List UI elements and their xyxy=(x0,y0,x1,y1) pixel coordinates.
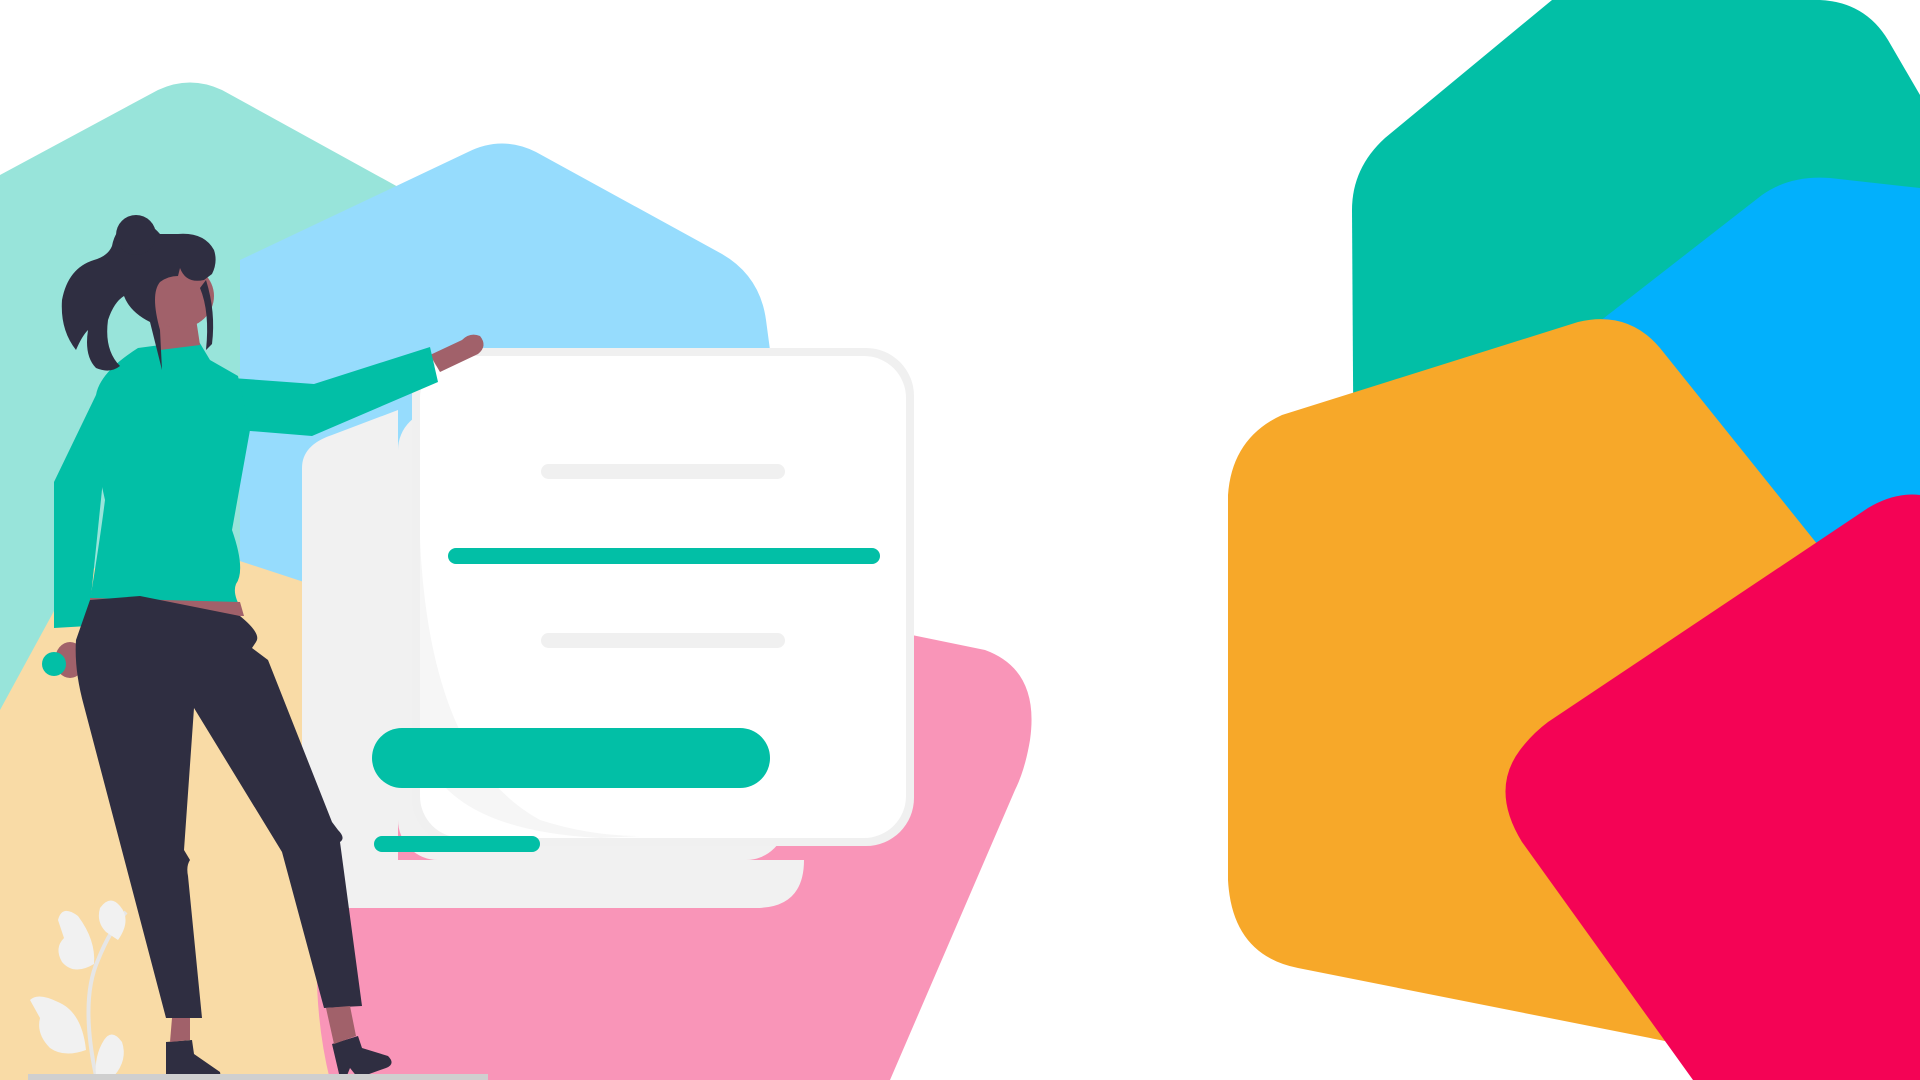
ground-line xyxy=(28,1074,488,1080)
pointer-dot xyxy=(42,652,66,676)
person-torso xyxy=(90,340,250,610)
illustration-canvas xyxy=(0,0,1920,1080)
hero-illustration xyxy=(0,0,1920,1080)
field-placeholder-2 xyxy=(541,633,785,648)
person-left-ankle xyxy=(170,1018,190,1042)
field-placeholder-1 xyxy=(541,464,785,479)
submit-button-graphic xyxy=(372,728,770,788)
person-hair-bun xyxy=(116,215,156,255)
link-line-graphic xyxy=(374,836,540,852)
field-active xyxy=(448,548,880,564)
